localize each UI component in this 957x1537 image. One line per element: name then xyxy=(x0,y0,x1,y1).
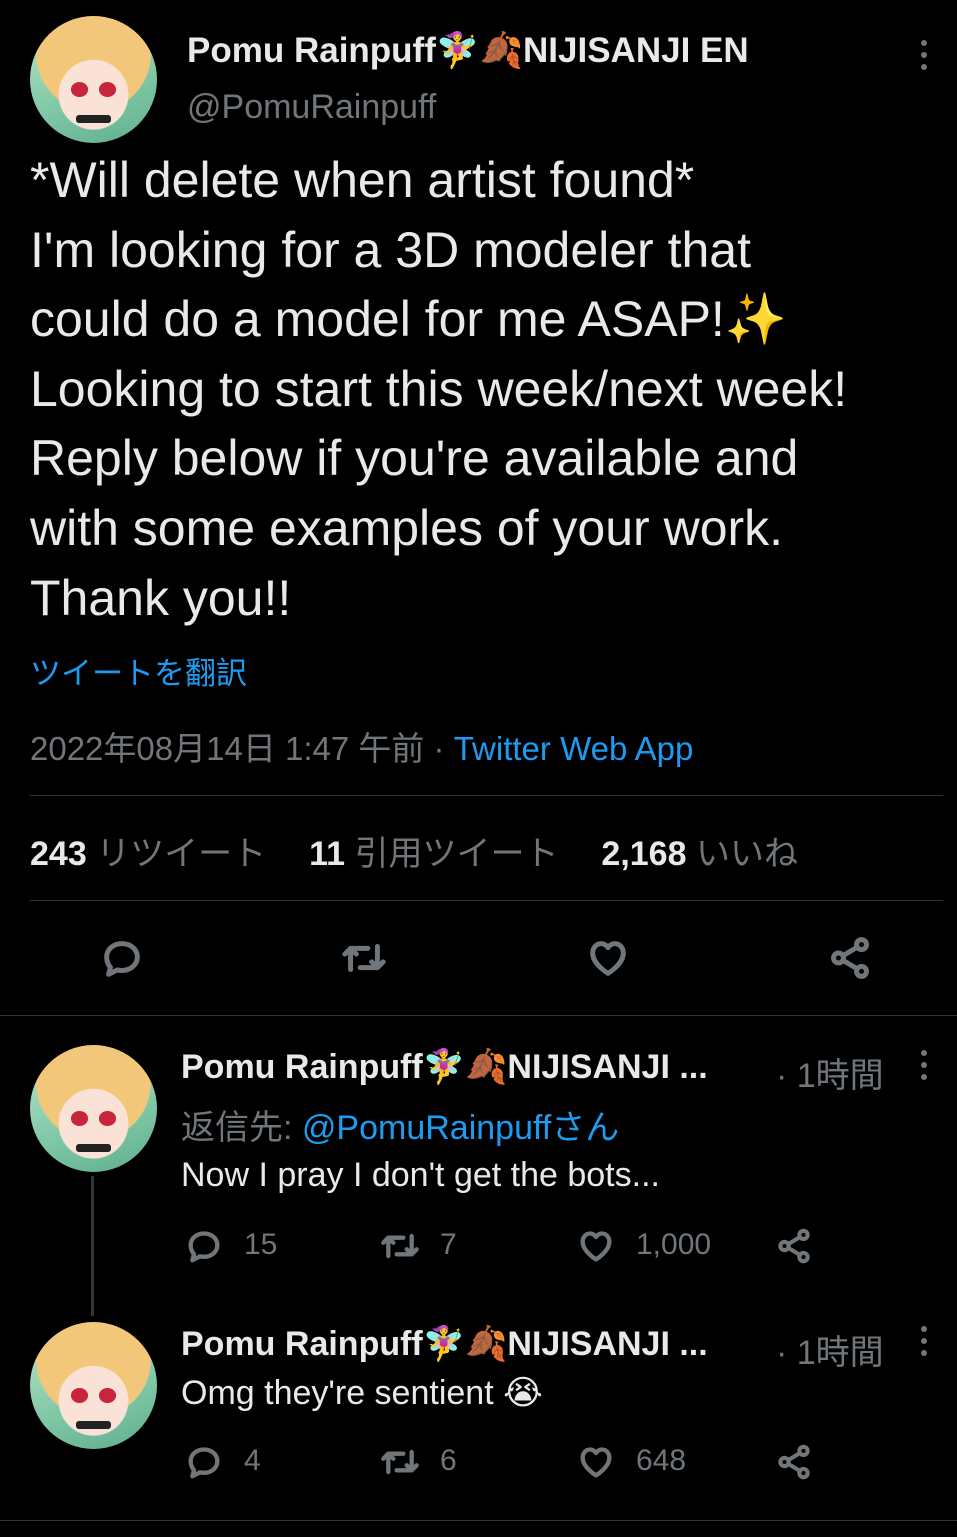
share-icon xyxy=(778,1444,810,1480)
tweet-text: *Will delete when artist found* I'm look… xyxy=(30,152,848,626)
reply-button[interactable] xyxy=(182,1224,226,1268)
reply-button[interactable] xyxy=(182,1440,226,1484)
like-button[interactable] xyxy=(574,1224,618,1268)
reply-to: 返信先: @PomuRainpuffさん xyxy=(181,1100,619,1149)
thread-line xyxy=(91,1176,94,1316)
reply-text: Omg they're sentient 😭 xyxy=(181,1374,543,1412)
like-icon xyxy=(580,1447,612,1478)
likes-count: 2,168 xyxy=(601,835,687,873)
meta-separator: · xyxy=(424,730,454,767)
reply-button[interactable] xyxy=(96,932,148,984)
reply-to-handle[interactable]: @PomuRainpuffさん xyxy=(302,1109,619,1147)
likes-stat[interactable]: 2,168 いいね xyxy=(601,835,798,873)
like-button[interactable] xyxy=(574,1440,618,1484)
retweet-icon xyxy=(381,1233,419,1259)
retweet-button[interactable] xyxy=(336,932,392,984)
retweets-label: リツイート xyxy=(96,835,267,873)
reply-time[interactable]: · 1時間 xyxy=(776,1325,884,1374)
quotes-count: 11 xyxy=(309,835,346,873)
reply-icon xyxy=(188,1447,220,1479)
like-icon xyxy=(580,1231,612,1262)
retweets-stat[interactable]: 243 リツイート xyxy=(30,835,266,873)
retweet-button[interactable] xyxy=(376,1224,424,1268)
reply-text: Now I pray I don't get the bots... xyxy=(181,1156,660,1194)
more-icon[interactable] xyxy=(919,40,929,70)
like-count: 648 xyxy=(636,1444,687,1477)
retweets-count: 243 xyxy=(30,835,87,873)
like-button[interactable] xyxy=(582,932,634,984)
reply-count: 4 xyxy=(244,1444,261,1477)
retweet-count: 6 xyxy=(440,1444,457,1477)
share-icon xyxy=(778,1228,810,1264)
tweet-meta: 2022年08月14日 1:47 午前 · Twitter Web App xyxy=(30,722,693,770)
retweet-count: 7 xyxy=(440,1228,457,1261)
avatar[interactable] xyxy=(30,1322,157,1449)
quotes-label: 引用ツイート xyxy=(354,835,559,873)
likes-label: いいね xyxy=(695,835,798,873)
tweet-stats: 243 リツイート 11 引用ツイート 2,168 いいね xyxy=(30,826,798,875)
timestamp[interactable]: 2022年08月14日 1:47 午前 xyxy=(30,730,424,767)
reply-author-name[interactable]: Pomu Rainpuff🧚‍♀️🍂NIJISANJI ... xyxy=(181,1047,708,1087)
more-icon[interactable] xyxy=(919,1050,929,1080)
retweet-icon xyxy=(342,944,386,972)
divider xyxy=(30,900,943,901)
reply-time[interactable]: · 1時間 xyxy=(776,1048,884,1097)
author-handle[interactable]: @PomuRainpuff xyxy=(187,88,436,127)
more-icon[interactable] xyxy=(919,1326,929,1356)
divider xyxy=(30,795,943,796)
like-count: 1,000 xyxy=(636,1228,712,1261)
retweet-icon xyxy=(381,1449,419,1475)
quotes-stat[interactable]: 11 引用ツイート xyxy=(309,835,558,873)
reply-count: 15 xyxy=(244,1228,278,1261)
translate-link[interactable]: ツイートを翻訳 xyxy=(30,648,247,693)
share-button[interactable] xyxy=(772,1440,816,1484)
reply-author-name[interactable]: Pomu Rainpuff🧚‍♀️🍂NIJISANJI ... xyxy=(181,1324,708,1364)
avatar[interactable] xyxy=(30,16,157,143)
reply-to-prefix: 返信先: xyxy=(181,1109,302,1147)
share-icon xyxy=(831,937,869,979)
author-display-name[interactable]: Pomu Rainpuff🧚‍♀️🍂NIJISANJI EN xyxy=(187,30,749,71)
like-icon xyxy=(590,941,626,976)
share-button[interactable] xyxy=(772,1224,816,1268)
avatar[interactable] xyxy=(30,1045,157,1172)
share-button[interactable] xyxy=(824,932,876,984)
divider xyxy=(0,1015,957,1016)
reply-icon xyxy=(104,941,140,977)
source-link[interactable]: Twitter Web App xyxy=(454,730,694,767)
reply-icon xyxy=(188,1231,220,1263)
retweet-button[interactable] xyxy=(376,1440,424,1484)
divider xyxy=(0,1520,957,1521)
